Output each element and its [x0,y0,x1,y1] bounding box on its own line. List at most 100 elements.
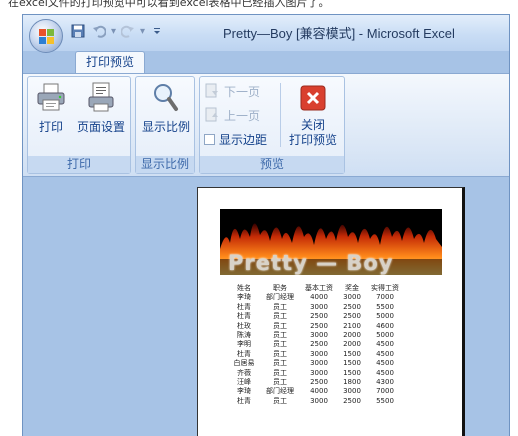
table-cell: 2500 [310,340,328,349]
prev-page-button[interactable]: 上一页 [204,105,260,125]
column-header: 姓名 [237,284,251,292]
redo-icon [121,25,135,38]
save-icon [71,24,85,38]
table-cell: 白居易 [233,359,255,368]
magnifier-icon [154,84,178,111]
table-cell: 员工 [273,396,287,405]
table-cell: 员工 [273,302,287,311]
background-text: 在excel文件的打印预览中可以看到excel表格中已经插入图片了。 [8,0,330,9]
quick-access-toolbar: ▾ ▾ [69,21,166,41]
table-cell: 1500 [343,368,361,377]
show-margins-checkbox[interactable]: 显示边距 [204,129,267,149]
table-cell: 员工 [273,349,287,358]
table-cell: 杜青 [237,302,251,311]
print-button[interactable]: 打印 [34,81,68,135]
table-cell: 3000 [343,293,361,302]
prev-page-icon [205,107,218,122]
table-cell: 1500 [343,349,361,358]
qat-customize-button[interactable] [148,22,166,40]
table-row: 汪峰 员工 2500 1800 4300 [228,378,404,387]
table-cell: 员工 [273,331,287,340]
save-button[interactable] [69,22,87,40]
table-cell: 3000 [310,396,328,405]
table-cell: 1800 [343,378,361,387]
preview-separator [280,83,281,147]
table-cell: 2000 [343,331,361,340]
table-row: 杜青 员工 3000 2500 5500 [228,397,404,406]
qat-separator-2: ▾ [140,25,146,37]
table-cell: 员工 [273,321,287,330]
table-cell: 4500 [376,349,394,358]
table-row: 杜玫 员工 2500 2100 4600 [228,322,404,331]
table-row: 李明 员工 2500 2000 4500 [228,340,404,349]
close-preview-button[interactable]: 关闭 打印预览 [284,85,342,148]
table-cell: 2500 [310,321,328,330]
printer-icon [37,83,65,111]
title-bar: ▾ ▾ Pretty—Boy [兼容模式] - Microsoft Excel [23,15,509,53]
group-print: 打印 页面设置 打印 [27,76,131,174]
table-cell: 5500 [376,302,394,311]
table-row: 杜青 员工 3000 2500 5500 [228,303,404,312]
preview-page[interactable]: Pretty — Boy 姓名 职务 基本工资 奖金 实得工资 李琦 部门经理 40… [197,187,465,436]
column-header: 奖金 [345,284,359,292]
banner-text: Pretty — Boy [228,251,394,275]
redo-button[interactable] [119,22,137,40]
column-header: 实得工资 [371,284,399,292]
table-cell: 员工 [273,359,287,368]
table-row: 杜青 员工 2500 2500 5000 [228,312,404,321]
employee-table: 姓名 职务 基本工资 奖金 实得工资 李琦 部门经理 4000 3000 7000 杜青员… [228,284,404,406]
table-row: 李琦 部门经理 4000 3000 7000 [228,293,404,302]
table-cell: 5000 [376,331,394,340]
table-cell: 1500 [343,359,361,368]
table-cell: 5000 [376,312,394,321]
qat-separator: ▾ [111,25,117,37]
zoom-button[interactable]: 显示比例 [140,81,192,135]
table-cell: 员工 [273,368,287,377]
table-cell: 杜青 [237,396,251,405]
table-cell: 4000 [310,387,328,396]
table-cell: 3000 [343,387,361,396]
zoom-label: 显示比例 [141,120,190,134]
show-margins-label: 显示边距 [219,132,268,147]
undo-icon [93,25,106,38]
table-cell: 2500 [310,378,328,387]
table-cell: 李明 [237,340,251,349]
background-text-strip: 在excel文件的打印预览中可以看到excel表格中已经插入图片了。 [0,0,518,14]
table-cell: 部门经理 [266,387,294,396]
table-cell: 杜青 [237,349,251,358]
table-cell: 4500 [376,368,394,377]
office-button[interactable] [29,19,63,53]
page-setup-button[interactable]: 页面设置 [74,81,128,135]
table-cell: 员工 [273,312,287,321]
table-cell: 4000 [310,293,328,302]
window-title: Pretty—Boy [兼容模式] - Microsoft Excel [223,26,455,41]
table-cell: 7000 [376,387,394,396]
office-logo-icon [39,29,54,44]
table-cell: 7000 [376,293,394,302]
dropdown-icon [154,28,161,34]
table-cell: 2000 [343,340,361,349]
tab-print-preview[interactable]: 打印预览 [75,51,145,73]
table-cell: 3000 [310,349,328,358]
group-preview: 下一页 上一页 显示边距 关闭 打印预览 预览 [199,76,345,174]
ribbon: 打印 页面设置 打印 显示比例 显示比例 下一页 上一页 显示边距 关闭 打印预… [23,73,509,177]
checkbox-box[interactable] [204,133,215,145]
table-cell: 5500 [376,396,394,405]
group-print-label: 打印 [28,156,130,173]
table-cell: 杜青 [237,312,251,321]
next-page-icon [205,83,218,98]
table-row: 李琦 部门经理 4000 3000 7000 [228,387,404,396]
preview-workspace: Pretty — Boy 姓名 职务 基本工资 奖金 实得工资 李琦 部门经理 40… [23,177,509,436]
table-cell: 4600 [376,321,394,330]
table-cell: 2500 [343,302,361,311]
next-page-button[interactable]: 下一页 [204,81,260,101]
table-cell: 杜玫 [237,321,251,330]
table-cell: 3000 [310,302,328,311]
undo-button[interactable] [90,22,108,40]
table-body: 李琦 部门经理 4000 3000 7000 杜青 员工 3000 2500 5500 杜青 员工 25… [228,293,404,406]
table-row: 陈涛 员工 3000 2000 5000 [228,331,404,340]
group-zoom-label: 显示比例 [136,156,194,173]
group-zoom: 显示比例 显示比例 [135,76,195,174]
table-cell: 2500 [310,312,328,321]
group-preview-label: 预览 [200,156,344,173]
